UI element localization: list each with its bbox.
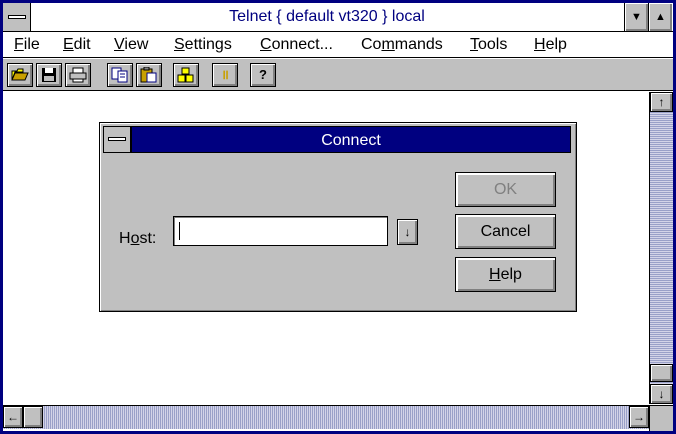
paste-icon (140, 66, 157, 83)
maximize-button[interactable]: ▲ (648, 3, 672, 31)
system-menu-icon (8, 15, 26, 19)
menu-tools[interactable]: Tools (470, 35, 507, 55)
save-button[interactable] (36, 63, 62, 87)
window-title: Telnet { default vt320 } local (229, 8, 425, 25)
paste-button[interactable] (136, 63, 162, 87)
print-button[interactable] (65, 63, 91, 87)
menu-help[interactable]: Help (534, 35, 567, 55)
menu-connect[interactable]: Connect... (260, 35, 333, 55)
pause-icon: ॥ (221, 67, 229, 82)
folder-open-icon (11, 68, 29, 81)
menu-bar: File Edit View Settings Connect... Comma… (3, 32, 673, 58)
scroll-left-button[interactable]: ← (3, 406, 23, 428)
title-bar: Telnet { default vt320 } local ▼ ▲ (3, 3, 673, 32)
menu-edit[interactable]: Edit (63, 35, 91, 55)
menu-settings[interactable]: Settings (174, 35, 232, 55)
horizontal-scroll-thumb[interactable] (23, 406, 43, 428)
horizontal-scrollbar[interactable]: ← → (3, 405, 649, 429)
printer-icon (69, 67, 87, 83)
arrow-left-icon: ← (7, 410, 19, 424)
help-question-icon: ? (259, 67, 267, 82)
scrollbar-corner (649, 405, 673, 431)
host-label: Host: (119, 230, 157, 247)
arrow-down-icon: ↓ (404, 225, 411, 239)
help-toolbar-button[interactable]: ? (250, 63, 276, 87)
scroll-up-button[interactable]: ↑ (650, 92, 673, 112)
vertical-scroll-thumb[interactable] (650, 364, 673, 382)
ok-button[interactable]: OK (455, 172, 556, 207)
open-button[interactable] (7, 63, 33, 87)
minimize-button[interactable]: ▼ (624, 3, 648, 31)
dialog-title: Connect (131, 126, 571, 153)
arrow-down-icon: ↓ (658, 387, 665, 401)
menu-commands[interactable]: Commands (361, 35, 443, 55)
system-menu-icon (108, 137, 126, 141)
copy-button[interactable] (107, 63, 133, 87)
toolbar: ॥ ? (3, 59, 673, 91)
dialog-system-menu-button[interactable] (103, 126, 131, 153)
text-caret (179, 222, 180, 240)
connect-dialog: Connect Host: ↓ OK Cancel Help (99, 122, 577, 312)
host-input[interactable] (173, 216, 388, 246)
pause-button[interactable]: ॥ (212, 63, 238, 87)
scroll-down-button[interactable]: ↓ (650, 384, 673, 404)
copy-icon (111, 67, 128, 83)
blocks-icon (177, 67, 194, 83)
arrow-up-icon: ↑ (658, 95, 665, 109)
menu-file[interactable]: File (14, 35, 40, 55)
system-menu-button[interactable] (3, 3, 31, 31)
floppy-disk-icon (42, 68, 56, 82)
vertical-scrollbar[interactable]: ↑ ↓ (649, 92, 673, 404)
menu-view[interactable]: View (114, 35, 148, 55)
host-dropdown-button[interactable]: ↓ (397, 219, 418, 245)
cancel-button[interactable]: Cancel (455, 214, 556, 249)
connect-toolbar-button[interactable] (173, 63, 199, 87)
arrow-right-icon: → (633, 410, 645, 424)
help-button[interactable]: Help (455, 257, 556, 292)
scroll-right-button[interactable]: → (629, 406, 649, 428)
